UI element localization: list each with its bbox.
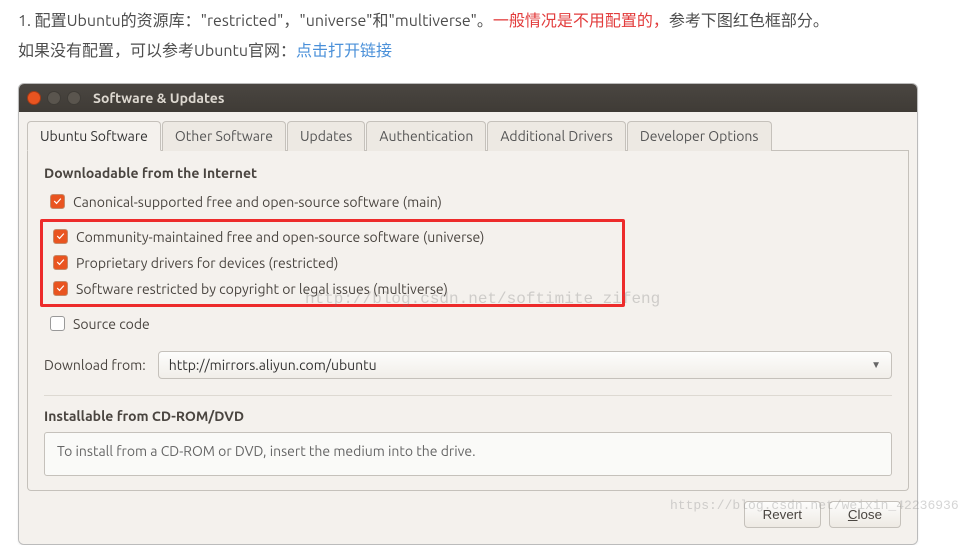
- checkbox-universe[interactable]: ✓: [53, 229, 68, 244]
- window-maximize-button[interactable]: [67, 91, 81, 105]
- download-from-label: Download from:: [44, 357, 146, 373]
- intro-text-3: 如果没有配置，可以参考Ubuntu官网：: [18, 42, 296, 60]
- checkbox-row-multiverse: ✓ Software restricted by copyright or le…: [47, 276, 618, 302]
- window-minimize-button[interactable]: [47, 91, 61, 105]
- divider: [44, 395, 892, 396]
- dropdown-caret-icon: ▼: [871, 359, 881, 371]
- checkbox-label-main: Canonical-supported free and open-source…: [73, 194, 442, 210]
- section-cdrom-title: Installable from CD-ROM/DVD: [44, 408, 892, 424]
- tab-content: Downloadable from the Internet ✓ Canonic…: [27, 151, 909, 491]
- software-updates-window: Software & Updates Ubuntu Software Other…: [18, 83, 918, 545]
- tab-updates[interactable]: Updates: [287, 121, 365, 151]
- checkbox-row-main: ✓ Canonical-supported free and open-sour…: [44, 189, 892, 215]
- close-button[interactable]: Close: [829, 501, 901, 528]
- tab-ubuntu-software[interactable]: Ubuntu Software: [27, 121, 161, 151]
- checkbox-main[interactable]: ✓: [50, 194, 65, 209]
- checkbox-label-restricted: Proprietary drivers for devices (restric…: [76, 255, 338, 271]
- checkbox-multiverse[interactable]: ✓: [53, 281, 68, 296]
- cdrom-install-box: To install from a CD-ROM or DVD, insert …: [44, 432, 892, 476]
- tabs-bar: Ubuntu Software Other Software Updates A…: [27, 120, 909, 151]
- intro-text-red: 一般情况是不用配置的，: [493, 12, 669, 30]
- checkbox-label-universe: Community-maintained free and open-sourc…: [76, 229, 484, 245]
- highlighted-red-box: ✓ Community-maintained free and open-sou…: [40, 219, 625, 307]
- tab-developer-options[interactable]: Developer Options: [627, 121, 772, 151]
- footer-buttons: Revert Close: [27, 491, 909, 532]
- checkbox-label-source: Source code: [73, 316, 150, 332]
- official-link[interactable]: 点击打开链接: [296, 42, 392, 60]
- checkbox-row-restricted: ✓ Proprietary drivers for devices (restr…: [47, 250, 618, 276]
- window-close-button[interactable]: [27, 91, 41, 105]
- checkbox-restricted[interactable]: ✓: [53, 255, 68, 270]
- section-downloadable-title: Downloadable from the Internet: [44, 165, 892, 181]
- revert-button[interactable]: Revert: [744, 501, 821, 528]
- titlebar: Software & Updates: [19, 84, 917, 112]
- download-from-value: http://mirrors.aliyun.com/ubuntu: [169, 357, 377, 373]
- intro-text-1: 1. 配置Ubuntu的资源库："restricted"，"universe"和…: [18, 12, 493, 30]
- checkbox-source-code[interactable]: ✓: [50, 316, 65, 331]
- checkbox-row-universe: ✓ Community-maintained free and open-sou…: [47, 224, 618, 250]
- window-title: Software & Updates: [93, 90, 224, 106]
- tab-additional-drivers[interactable]: Additional Drivers: [487, 121, 626, 151]
- tab-other-software[interactable]: Other Software: [162, 121, 286, 151]
- tab-authentication[interactable]: Authentication: [366, 121, 486, 151]
- download-from-select[interactable]: http://mirrors.aliyun.com/ubuntu ▼: [158, 351, 892, 379]
- checkbox-row-source: ✓ Source code: [44, 311, 892, 337]
- intro-text-2: 参考下图红色框部分。: [669, 12, 829, 30]
- checkbox-label-multiverse: Software restricted by copyright or lega…: [76, 281, 448, 297]
